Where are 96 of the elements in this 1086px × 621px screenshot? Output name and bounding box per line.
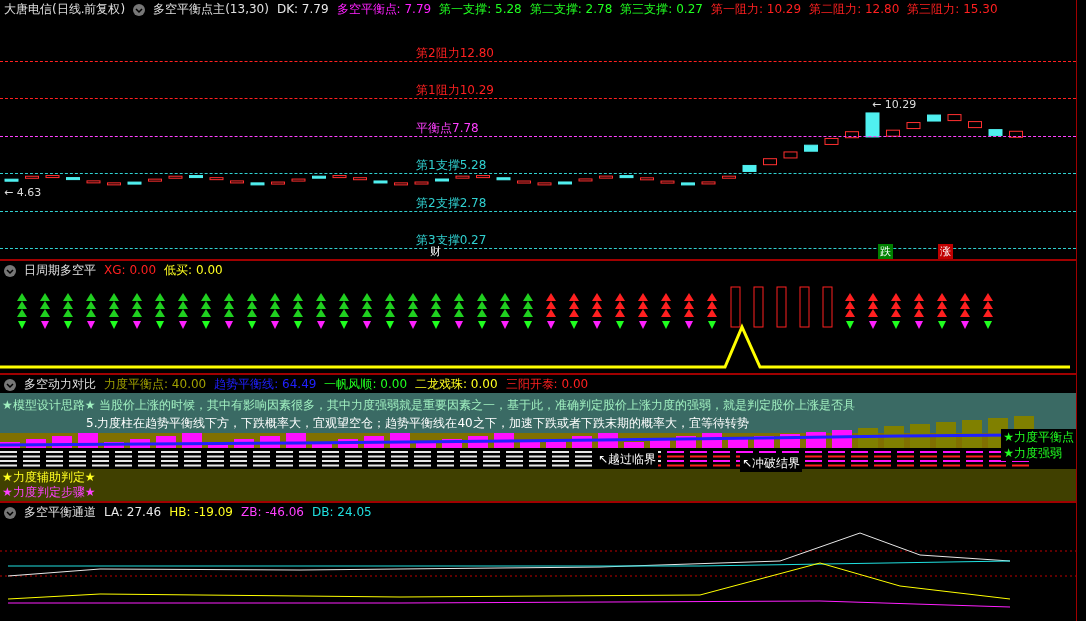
candle <box>660 180 675 184</box>
indicator-title: 多空平衡点主(13,30) <box>153 2 269 17</box>
candle <box>66 177 80 181</box>
candle <box>537 182 552 186</box>
indicator-value: 三阳开泰: 0.00 <box>505 377 589 393</box>
indicator-value: 第三支撑: 0.27 <box>620 2 703 17</box>
note-text: ★模型设计思路★ 当股价上涨的时候，其中有影响因素很多，其中力度强弱就是重要因素之一，基于此，准确判定股价上涨力度的强弱，就是判定股价上涨是否具 <box>2 397 856 415</box>
candle <box>578 178 593 182</box>
indicator-value: 多空平衡点: 7.79 <box>336 2 432 17</box>
candle <box>209 177 224 181</box>
candle <box>107 182 121 186</box>
indicator-value: DB: 24.05 <box>311 505 372 521</box>
candle <box>168 175 183 179</box>
price-level-label: 平衡点7.78 <box>416 119 479 136</box>
candle <box>701 181 716 185</box>
candle <box>1009 130 1023 138</box>
footer-text: ★力度判定步骤★ <box>2 485 96 501</box>
candle <box>906 122 921 130</box>
candle <box>271 181 285 185</box>
candle <box>45 175 60 179</box>
indicator-value: LA: 27.46 <box>104 505 162 521</box>
candle <box>230 180 244 184</box>
candle <box>988 129 1003 137</box>
candle <box>312 175 326 179</box>
pointer-label: ↖冲破结界 <box>740 455 803 473</box>
chevron-down-icon[interactable] <box>4 378 16 391</box>
indicator-value: DK: 7.79 <box>276 2 329 17</box>
price-tag: ← 4.63 <box>4 186 42 199</box>
signal-marker: 跌 <box>878 244 893 260</box>
indicator-value: 第二阻力: 12.80 <box>809 2 900 17</box>
note-text: 5.力度柱在趋势平衡线下方，下跌概率大，宜观望空仓；趋势平衡线在40之下，加速下跌或者下跌末期的概率大，宜等待转势 <box>86 415 750 433</box>
price-level-label: 第1阻力10.29 <box>416 82 494 98</box>
indicator-value: 力度平衡点: 40.00 <box>104 377 207 393</box>
legend-label: ★力度平衡点 <box>1001 429 1076 446</box>
indicator-value: XG: 0.00 <box>104 263 157 279</box>
indicator-value: 一帆风顺: 0.00 <box>324 377 407 393</box>
price-level-label: 第2阻力12.80 <box>416 44 494 61</box>
candle <box>845 131 859 139</box>
chevron-down-icon[interactable] <box>4 264 16 277</box>
candle <box>681 182 695 186</box>
candle <box>722 175 736 179</box>
indicator-value: 第二支撑: 2.78 <box>529 2 613 17</box>
candle <box>517 180 531 184</box>
candle <box>25 175 39 179</box>
candle <box>947 114 962 122</box>
candle <box>927 114 941 122</box>
signal-marker: 涨 <box>938 244 953 260</box>
candle <box>4 178 19 182</box>
candle <box>619 175 634 179</box>
indicator-value: 二龙戏珠: 0.00 <box>415 377 498 393</box>
indicator-value: HB: -19.09 <box>169 505 233 521</box>
footer-text: ★力度辅助判定★ <box>2 470 96 486</box>
candle <box>476 175 490 179</box>
candle <box>291 178 306 182</box>
chevron-down-icon[interactable] <box>133 3 146 16</box>
pointer-label: ↖越过临界 <box>596 451 659 469</box>
candle <box>250 182 265 186</box>
candle <box>558 181 572 185</box>
candle <box>968 121 982 129</box>
indicator-value: 第一阻力: 10.29 <box>710 2 802 17</box>
indicator-value: 低买: 0.00 <box>164 263 223 279</box>
indicator-value: 第三阻力: 15.30 <box>907 2 998 17</box>
candle <box>127 181 142 185</box>
candle <box>824 137 839 145</box>
stock-title: 大唐电信(日线.前复权) <box>4 2 126 17</box>
candle <box>599 175 613 179</box>
indicator-title: 多空平衡通道 <box>24 505 96 521</box>
candle <box>640 177 654 181</box>
price-tag: ← 10.29 <box>872 98 917 111</box>
price-level-label: 第1支撑5.28 <box>416 157 487 173</box>
candle <box>496 177 511 181</box>
indicator-value: ZB: -46.06 <box>240 505 304 521</box>
legend-label: ★力度强弱 <box>1001 445 1076 462</box>
price-level-label: 第2支撑2.78 <box>416 194 487 211</box>
candle <box>394 182 408 186</box>
indicator-title: 多空动力对比 <box>24 377 96 393</box>
indicator-value: 第一支撑: 5.28 <box>439 2 522 17</box>
candle <box>86 180 101 184</box>
candle <box>886 129 900 137</box>
candle <box>455 175 470 179</box>
chevron-down-icon[interactable] <box>4 506 16 519</box>
candle <box>373 180 388 184</box>
candle <box>742 164 757 172</box>
candle <box>353 177 367 181</box>
indicator-title: 日周期多空平 <box>24 263 96 279</box>
candle <box>148 178 162 182</box>
candle <box>189 175 203 179</box>
candle <box>414 181 429 185</box>
candle <box>435 178 449 182</box>
candle <box>332 175 347 179</box>
candle <box>865 112 880 138</box>
candle <box>783 151 798 159</box>
candle <box>804 144 818 152</box>
candle <box>763 158 777 166</box>
indicator-value: 趋势平衡线: 64.49 <box>214 377 317 393</box>
signal-marker: 财 <box>428 244 443 260</box>
